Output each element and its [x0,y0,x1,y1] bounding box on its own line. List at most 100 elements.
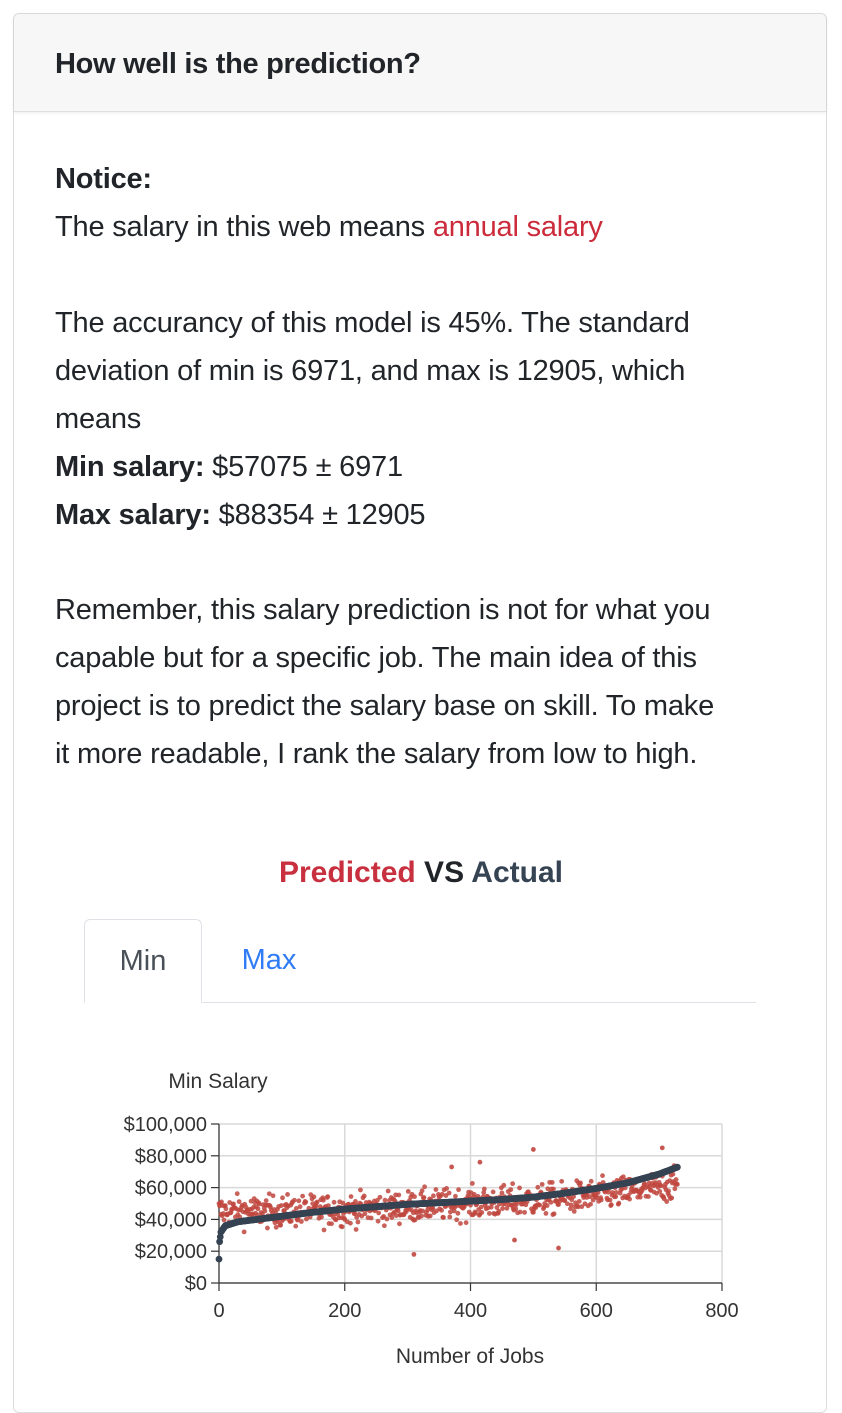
predicted-point [447,1214,453,1220]
predicted-point [578,1180,583,1186]
predicted-point [433,1187,439,1192]
predicted-point [512,1237,517,1243]
predicted-point [384,1216,390,1222]
predicted-point [361,1193,367,1199]
predicted-point [411,1251,417,1257]
predicted-point [559,1178,565,1184]
predicted-point [627,1196,632,1202]
max-salary-label: Max salary: [55,499,211,531]
card-title: How well is the prediction? [55,48,421,80]
predicted-point [576,1198,582,1204]
predicted-point [329,1221,334,1227]
x-tick-label: 200 [328,1300,361,1322]
predicted-point [421,1195,427,1200]
predicted-point [490,1189,496,1195]
predicted-point [449,1164,455,1170]
predicted-point [535,1184,541,1190]
predicted-point [300,1193,306,1199]
predicted-point [389,1215,395,1220]
predicted-point [539,1181,545,1187]
y-tick-label: $40,000 [135,1209,207,1231]
predicted-point [669,1195,675,1201]
x-tick-label: 800 [705,1300,738,1322]
predicted-point [588,1178,594,1184]
heading-predicted: Predicted [279,856,416,889]
predicted-point [517,1209,523,1215]
predicted-point [348,1220,353,1226]
notice-text: The salary in this web means annual sala… [55,203,603,251]
predicted-point [548,1199,554,1205]
predicted-point [664,1199,670,1204]
predicted-point [551,1186,556,1192]
predicted-point [556,1245,561,1251]
predicted-point [285,1192,290,1197]
predicted-point [501,1182,507,1188]
predicted-point [298,1219,304,1224]
predicted-point [381,1223,387,1229]
actual-point [673,1163,681,1171]
min-salary-label: Min salary: [55,451,205,483]
predicted-point [608,1202,614,1208]
tab-min[interactable]: Min [84,919,202,1003]
predicted-point [543,1211,549,1216]
predicted-point [278,1222,284,1228]
tab-max[interactable]: Max [224,919,314,1002]
predicted-point [348,1194,354,1199]
predicted-point [479,1210,485,1215]
predicted-point [241,1229,247,1235]
predicted-point [353,1227,359,1232]
accuracy-line-1: The accurancy of this model is 45%. The … [55,307,690,339]
predicted-point [537,1202,543,1208]
x-axis-label: Number of Jobs [396,1345,544,1368]
chart-heading: Predicted VS Actual [0,856,842,890]
predicted-point [646,1194,651,1199]
predicted-point [571,1208,577,1214]
heading-vs: VS [415,856,472,889]
accuracy-block: The accurancy of this model is 45%. The … [55,299,690,539]
remember-block: Remember, this salary prediction is not … [55,586,714,778]
predicted-point [616,1200,622,1206]
min-salary-value: $57075 ± 6971 [204,451,403,483]
predicted-point [522,1209,527,1215]
predicted-point [234,1191,240,1197]
predicted-point [377,1194,383,1200]
predicted-point [455,1210,461,1216]
predicted-point [262,1208,268,1214]
predicted-point [292,1197,297,1203]
x-tick-label: 600 [580,1300,613,1322]
predicted-point [319,1214,324,1220]
predicted-point [376,1210,382,1216]
chart-title: Min Salary [168,1070,268,1093]
predicted-point [549,1180,555,1185]
predicted-point [296,1198,302,1204]
predicted-point [255,1206,261,1212]
predicted-point [458,1221,463,1226]
predicted-point [297,1204,303,1210]
y-tick-label: $60,000 [135,1178,207,1200]
predicted-point [321,1227,327,1233]
y-tick-label: $0 [185,1273,207,1295]
predicted-point [405,1189,411,1194]
notice-text-prefix: The salary in this web means [55,211,433,243]
predicted-point [288,1218,294,1224]
predicted-point [419,1188,425,1194]
min-salary-line: Min salary: $57075 ± 6971 [55,443,690,491]
predicted-point [513,1206,519,1212]
actual-point [215,1255,223,1263]
x-tick-label: 400 [454,1300,487,1322]
predicted-point [510,1181,516,1187]
predicted-point [382,1197,388,1203]
predicted-point [600,1173,605,1179]
predicted-point [454,1217,460,1223]
card-header: How well is the prediction? [14,14,826,112]
predicted-point [263,1198,269,1204]
predicted-point [453,1193,458,1199]
predicted-point [221,1217,227,1223]
notice-block: Notice: The salary in this web means ann… [55,155,603,251]
predicted-point [637,1194,643,1200]
predicted-point [422,1184,428,1190]
predicted-point [293,1223,299,1229]
predicted-point [331,1199,337,1205]
x-tick-label: 0 [213,1300,224,1322]
predicted-point [463,1220,469,1226]
